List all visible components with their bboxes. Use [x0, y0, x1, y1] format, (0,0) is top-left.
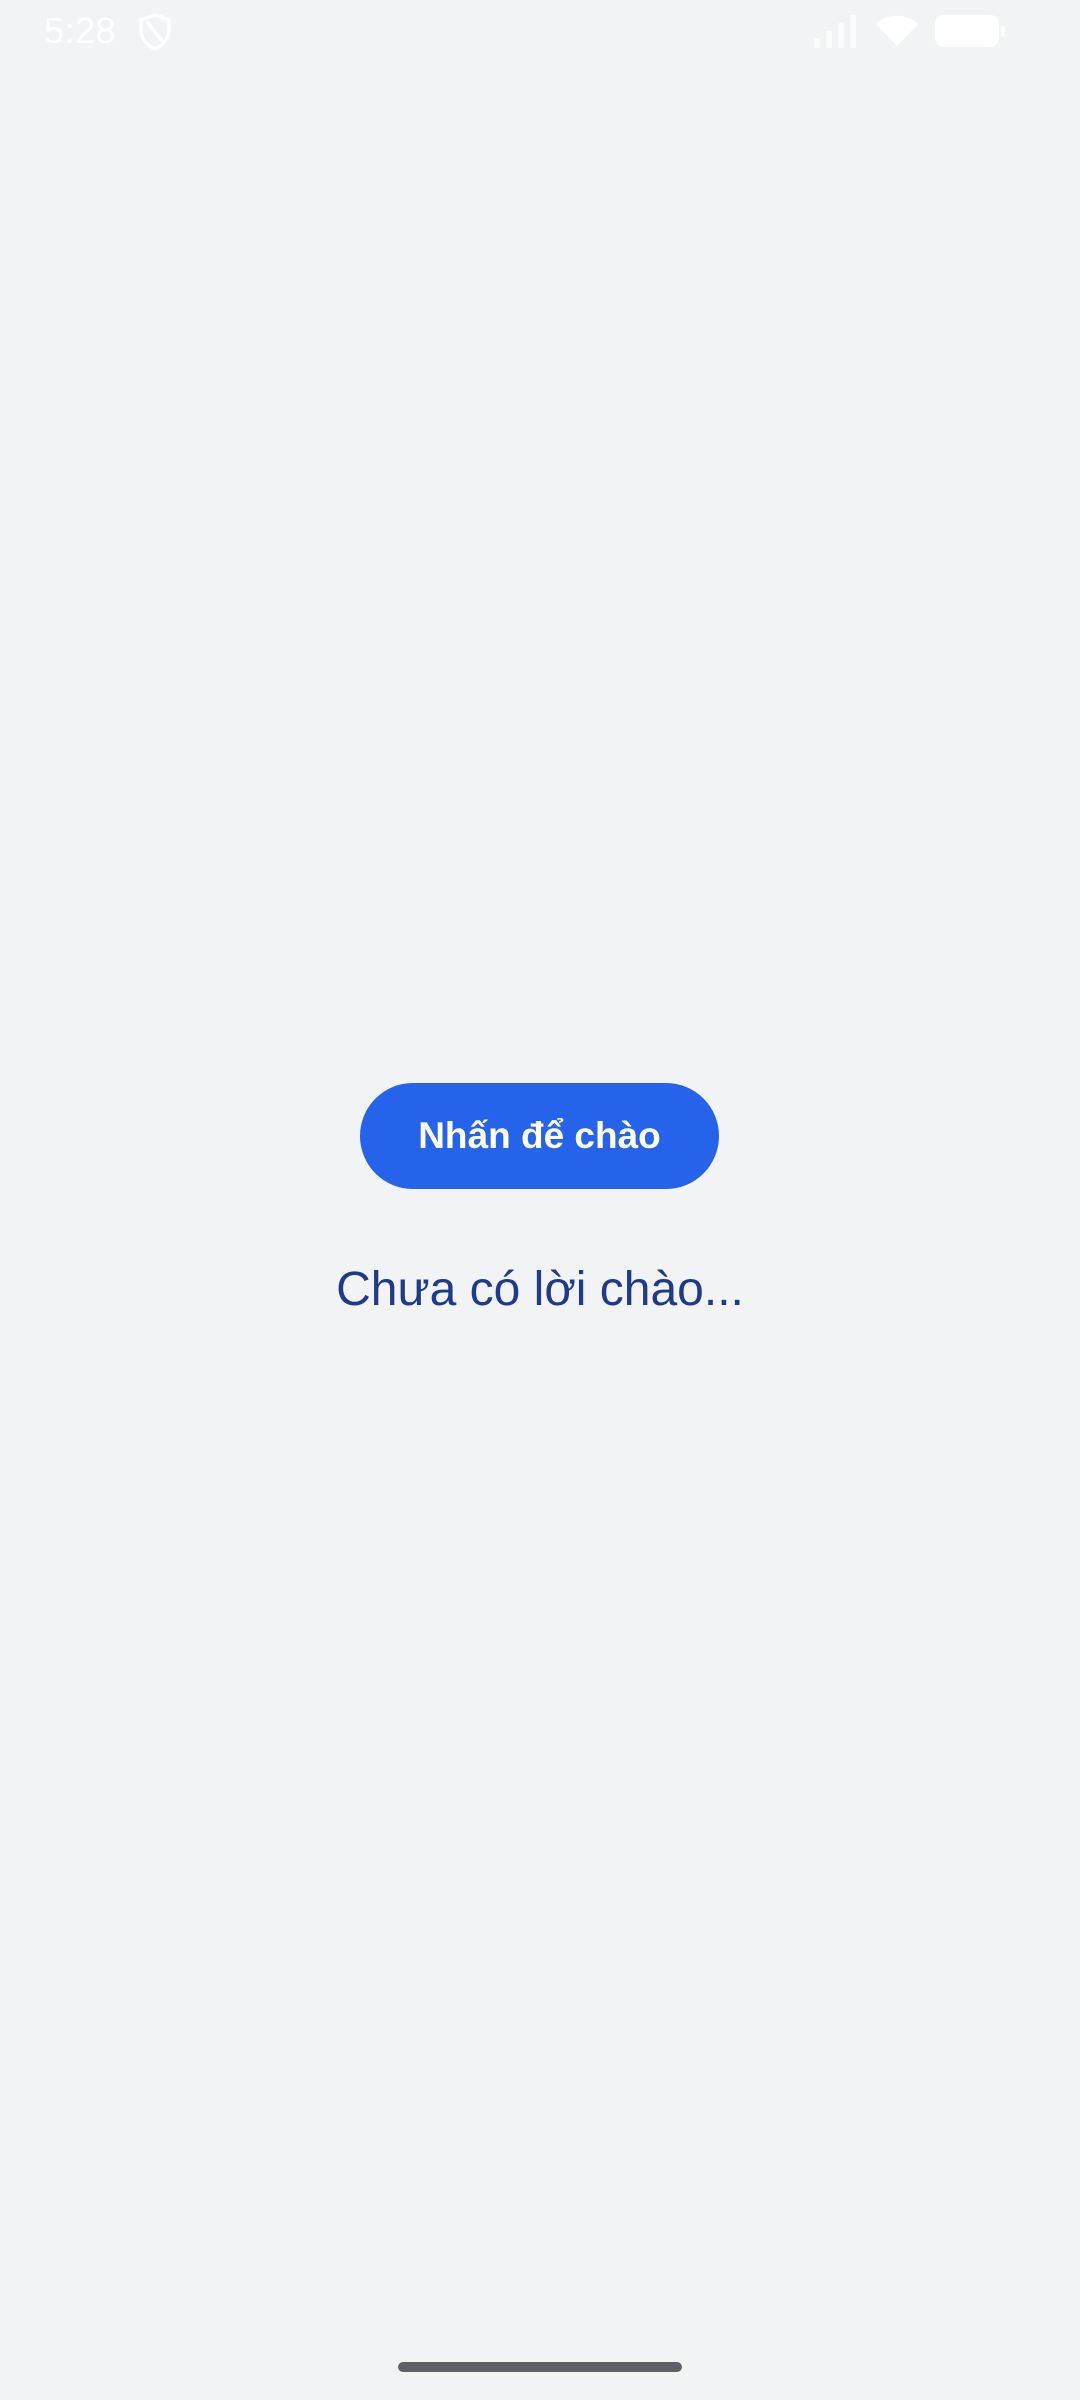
home-indicator[interactable] — [398, 2362, 682, 2372]
greet-button[interactable]: Nhấn để chào — [360, 1083, 719, 1189]
battery-icon — [935, 15, 1005, 47]
shield-icon — [139, 13, 171, 51]
status-time: 5:28 — [44, 10, 117, 51]
status-bar: 5:28 — [0, 0, 1080, 64]
greeting-message: Chưa có lời chào... — [336, 1263, 744, 1316]
wifi-icon — [876, 15, 918, 46]
signal-icon — [814, 15, 856, 48]
